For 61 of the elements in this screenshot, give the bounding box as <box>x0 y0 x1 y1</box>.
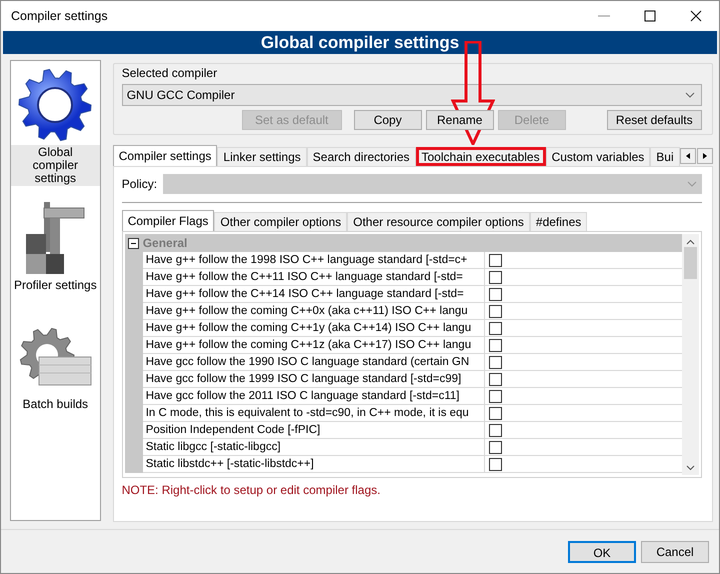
action-button[interactable]: Copy <box>354 110 422 130</box>
flag-label: Have gcc follow the 2011 ISO C language standard [-std=c11] <box>142 388 485 405</box>
scroll-thumb[interactable] <box>684 247 697 279</box>
flag-label: Have g++ follow the coming C++0x (aka c++11) ISO C++ langu <box>142 303 485 320</box>
tab[interactable]: Other compiler options <box>214 212 348 231</box>
header-banner: Global compiler settings <box>3 31 717 54</box>
flag-label: Have g++ follow the 1998 ISO C++ language standard [-std=c+ <box>142 252 485 269</box>
scroll-left-icon[interactable] <box>684 152 692 160</box>
tab[interactable]: Bui <box>650 147 680 166</box>
compiler-dropdown[interactable]: GNU GCC Compiler <box>122 84 702 106</box>
tab[interactable]: Toolchain executables <box>416 147 546 166</box>
checkbox[interactable] <box>488 406 502 420</box>
checkbox[interactable] <box>488 270 502 284</box>
sidebar-item[interactable]: Profiler settings <box>11 278 100 293</box>
flag-label: Have gcc follow the 1990 ISO C language standard (certain GN <box>142 354 485 371</box>
sidebar-item[interactable]: Batch builds <box>20 397 92 412</box>
checkbox[interactable] <box>488 288 502 300</box>
flag-label: Have g++ follow the coming C++1z (aka C++17) ISO C++ langu <box>142 337 485 354</box>
flag-label: Have g++ follow the coming C++1y (aka C++14) ISO C++ langu <box>142 320 485 337</box>
checkbox[interactable] <box>488 322 502 334</box>
chevron-down-icon <box>684 92 695 98</box>
checkbox[interactable] <box>488 304 502 318</box>
tab[interactable]: Linker settings <box>217 147 307 166</box>
tab[interactable]: Compiler settings <box>112 145 218 166</box>
policy-label: Policy: <box>122 176 158 193</box>
checkbox[interactable] <box>488 356 502 368</box>
tab[interactable]: Search directories <box>306 147 416 166</box>
checkbox[interactable] <box>488 440 502 454</box>
group-label: Selected compiler <box>122 65 218 82</box>
scroll-down-icon[interactable] <box>686 465 695 471</box>
scrollbar[interactable] <box>682 234 699 475</box>
note-text: NOTE: Right-click to setup or edit compiler flags. <box>122 482 382 499</box>
checkbox[interactable] <box>488 424 502 436</box>
collapse-icon[interactable] <box>128 238 139 248</box>
window-title: Compiler settings <box>11 8 109 25</box>
scroll-right-icon[interactable] <box>700 152 709 160</box>
flag-label: In C mode, this is equivalent to -std=c90, in C++ mode, it is equ <box>142 405 485 422</box>
tab[interactable]: Custom variables <box>546 147 650 166</box>
flag-label: Have gcc follow the 1999 ISO C language standard [-std=c99] <box>142 371 485 388</box>
group-heading: General <box>142 235 188 252</box>
flag-label: Static libgcc [-static-libgcc] <box>142 439 485 456</box>
flag-label: Have g++ follow the C++14 ISO C++ language standard [-std= <box>142 286 485 303</box>
gear-icon <box>17 67 94 143</box>
flag-label: Have g++ follow the C++11 ISO C++ language standard [-std= <box>142 269 485 286</box>
checkbox[interactable] <box>488 254 502 266</box>
tab[interactable]: Other resource compiler options <box>347 212 530 231</box>
dialog-button[interactable]: OK <box>568 540 636 562</box>
checkbox[interactable] <box>488 372 502 386</box>
action-button[interactable]: Reset defaults <box>606 110 702 130</box>
tab[interactable]: Compiler Flags <box>122 210 214 231</box>
checkbox[interactable] <box>488 338 502 352</box>
action-button[interactable]: Rename <box>426 110 494 130</box>
dialog-button[interactable]: Cancel <box>641 540 709 562</box>
tab[interactable]: #defines <box>530 212 588 231</box>
checkbox[interactable] <box>488 458 502 470</box>
flag-label: Static libstdc++ [-static-libstdc++] <box>142 456 485 473</box>
checkbox[interactable] <box>488 390 502 402</box>
flag-label: Position Independent Code [-fPIC] <box>142 422 485 439</box>
sidebar-item[interactable]: Global compiler settings <box>11 145 100 186</box>
chevron-down-icon <box>686 181 697 187</box>
scroll-up-icon[interactable] <box>686 239 695 245</box>
